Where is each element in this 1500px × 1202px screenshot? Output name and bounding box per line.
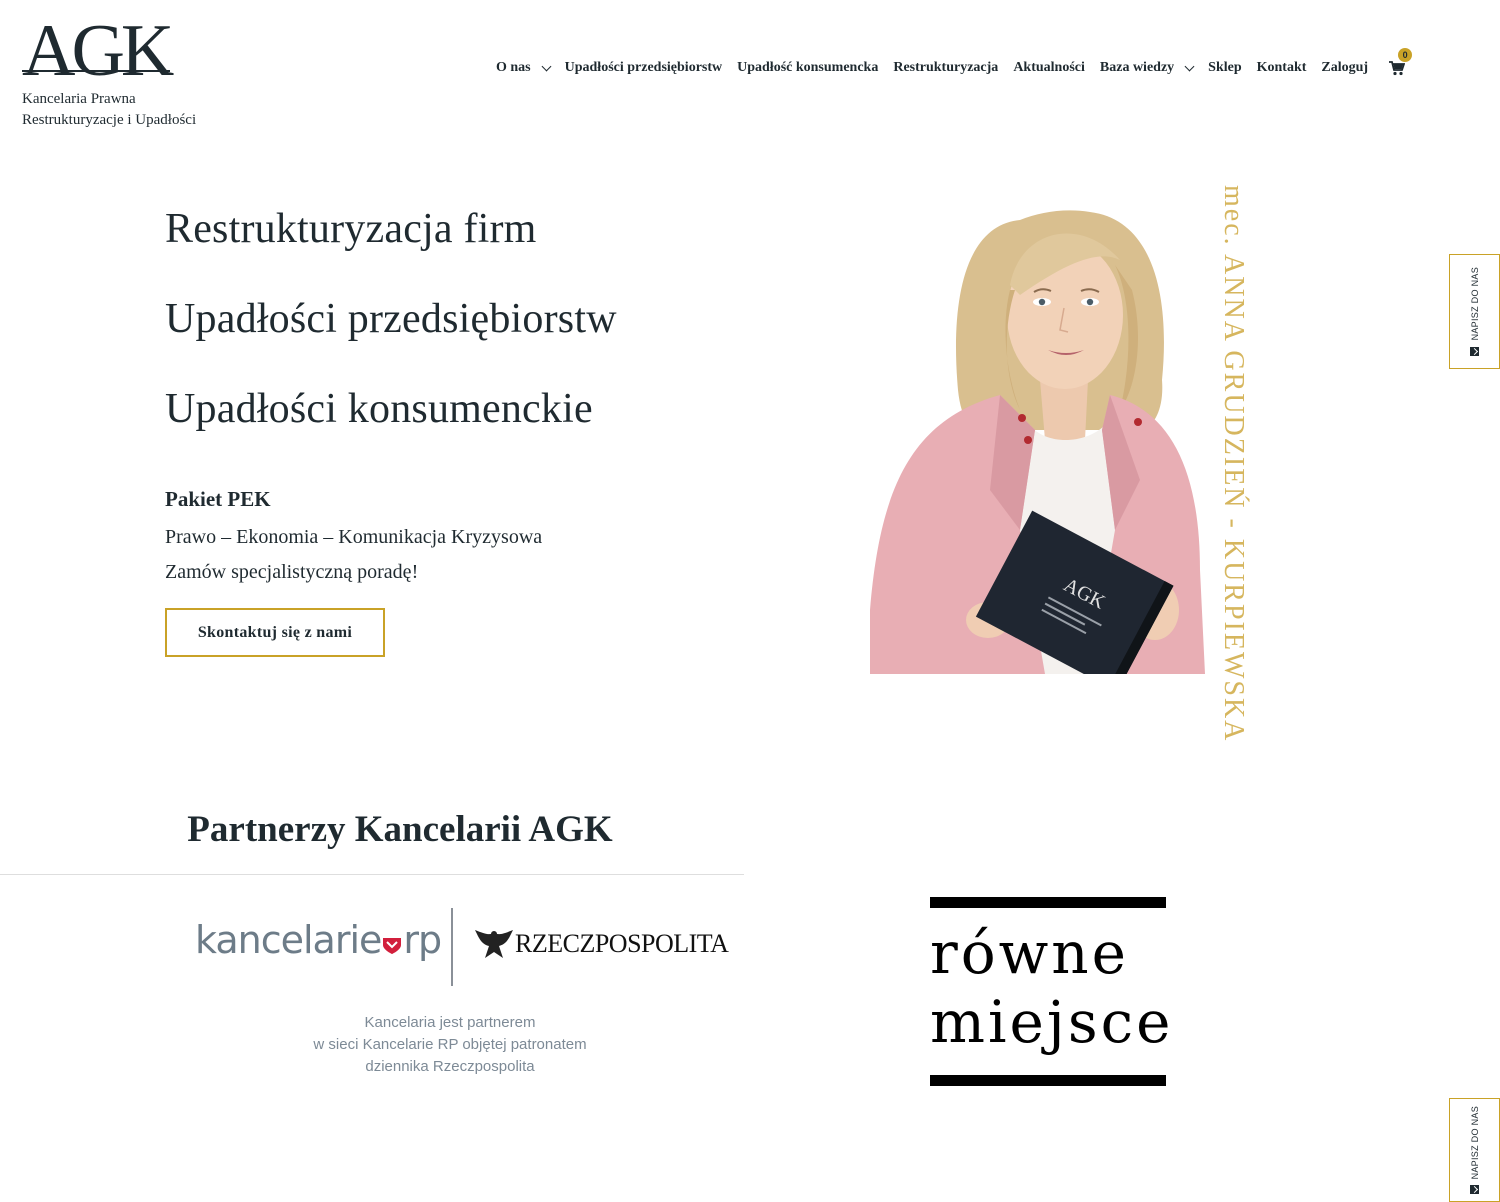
package-subtitle: Prawo – Ekonomia – Komunikacja Kryzysowa (165, 526, 543, 548)
logo-mark: AGK (22, 10, 174, 92)
nav-item-label: Kontakt (1256, 60, 1307, 75)
hero-title-upadlosci-konsumenckie: Upadłości konsumenckie (165, 386, 593, 432)
hero-title-restrukturyzacja: Restrukturyzacja firm (165, 206, 537, 252)
kancelarie-text: kancelarie (195, 918, 382, 962)
write-to-us-label: NAPISZ DO NAS (1469, 1105, 1480, 1180)
partner-caption-line-2: w sieci Kancelarie RP objętej patronatem (313, 1036, 587, 1053)
cart-button[interactable]: 0 (1389, 48, 1413, 76)
logo-tagline-2: Restrukturyzacje i Upadłości (22, 112, 197, 128)
rowne-miejsce-word-1: równe (930, 919, 1129, 987)
nav-item-label: Upadłość konsumencka (737, 60, 879, 75)
rowne-miejsce-top-bar (930, 897, 1166, 908)
chevron-down-icon (541, 61, 552, 71)
partner-caption-line-3: dziennika Rzeczpospolita (365, 1058, 535, 1075)
rzeczpospolita-logo[interactable]: RZECZPOSPOLITA (515, 929, 729, 959)
eagle-icon (475, 930, 513, 958)
send-icon (1470, 346, 1479, 356)
write-to-us-tab-bottom[interactable]: NAPISZ DO NAS (1449, 1098, 1500, 1202)
logo-tagline-1: Kancelaria Prawna (22, 91, 136, 107)
hero-title-upadlosci-przedsiebiorstw: Upadłości przedsiębiorstw (165, 296, 617, 342)
chevron-down-icon (1184, 61, 1195, 71)
nav-item-upadlosc-konsumencka[interactable]: Upadłość konsumencka (737, 60, 878, 76)
rowne-miejsce-bottom-bar (930, 1075, 1166, 1086)
logo-tagline: Kancelaria Prawna Restrukturyzacje i Upa… (22, 89, 252, 131)
nav-item-aktualnosci[interactable]: Aktualności (1013, 60, 1085, 76)
write-to-us-tab[interactable]: NAPISZ DO NAS (1449, 254, 1500, 369)
nav-item-upadlosci-przedsiebiorstw[interactable]: Upadłości przedsiębiorstw (565, 60, 723, 76)
lawyer-name-vertical: mec. ANNA GRUDZIEŃ - KURPIEWSKA (1218, 185, 1249, 743)
rowne-miejsce-word-2: miejsce (930, 988, 1174, 1056)
shopping-cart-icon (1389, 61, 1406, 76)
rp-text: rp (403, 918, 442, 962)
nav-item-kontakt[interactable]: Kontakt (1257, 60, 1307, 76)
write-to-us-label: NAPISZ DO NAS (1469, 267, 1480, 341)
nav-item-label: Sklep (1208, 60, 1242, 75)
logo[interactable]: AGK Kancelaria Prawna Restrukturyzacje i… (22, 10, 252, 131)
nav-item-label: Zaloguj (1321, 60, 1369, 75)
nav-item-sklep[interactable]: Sklep (1208, 60, 1241, 76)
nav-item-baza-wiedzy[interactable]: Baza wiedzy (1099, 60, 1195, 76)
main-nav: O nas Upadłości przedsiębiorstw Upadłość… (496, 48, 1413, 76)
kancelarie-rp-wordmark: kancelarie rp (195, 918, 442, 962)
nav-item-label: Baza wiedzy (1099, 60, 1175, 75)
nav-item-zaloguj[interactable]: Zaloguj (1321, 60, 1368, 76)
contact-us-button[interactable]: Skontaktuj się z nami (165, 608, 385, 657)
partner-caption-line-1: Kancelaria jest partnerem (364, 1014, 536, 1031)
package-call-to-order: Zamów specjalistyczną poradę! (165, 561, 419, 583)
cart-count-badge: 0 (1398, 48, 1413, 62)
eagle-shield-icon (383, 938, 402, 954)
package-title: Pakiet PEK (165, 487, 271, 511)
nav-item-label: Upadłości przedsiębiorstw (564, 60, 723, 75)
logo-divider (451, 908, 453, 986)
nav-item-label: O nas (496, 60, 531, 75)
nav-item-label: Restrukturyzacja (893, 60, 999, 75)
nav-item-label: Aktualności (1013, 60, 1085, 75)
send-icon (1470, 1185, 1479, 1195)
partners-divider (0, 874, 744, 875)
partners-title: Partnerzy Kancelarii AGK (187, 809, 613, 850)
nav-item-o-nas[interactable]: O nas (496, 60, 552, 76)
lawyer-portrait: AGK (870, 210, 1205, 674)
nav-item-restrukturyzacja[interactable]: Restrukturyzacja (893, 60, 998, 76)
